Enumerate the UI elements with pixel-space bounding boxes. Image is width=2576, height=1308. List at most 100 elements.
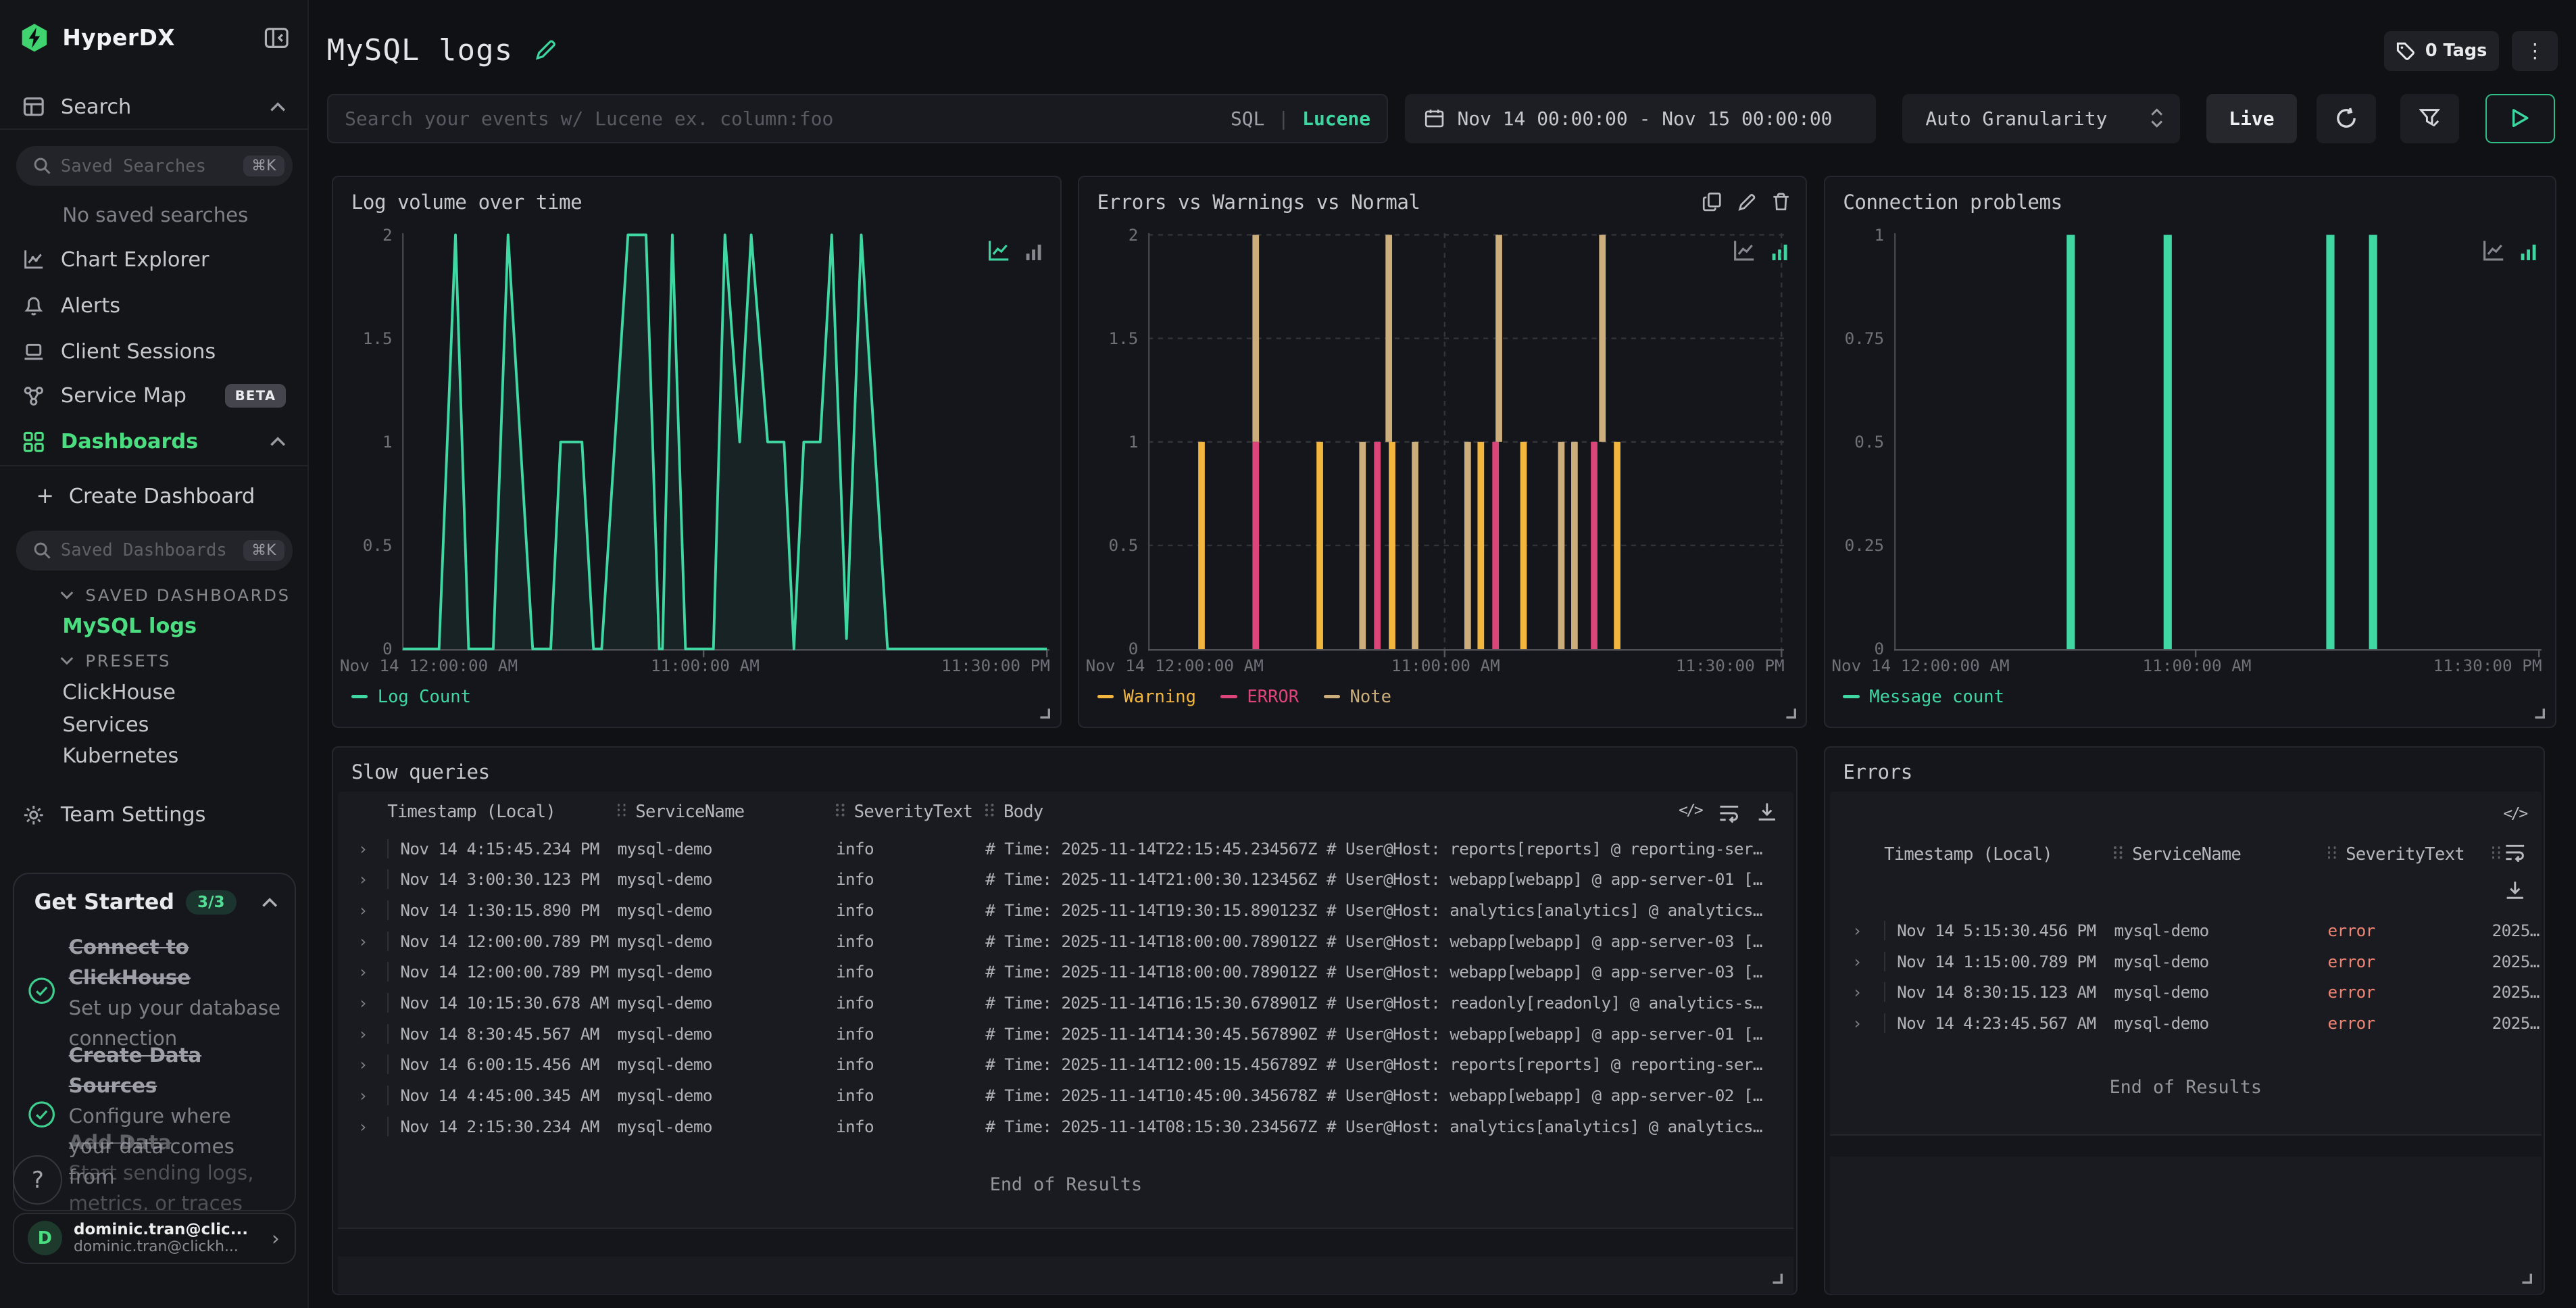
table-row[interactable]: ›Nov 14 4:45:00.345 AMmysql-demoinfo# Ti…: [338, 1080, 1793, 1111]
table-row[interactable]: ›Nov 14 8:30:15.123 AMmysql-demoerror202…: [1830, 977, 2542, 1008]
column-header-timestamp[interactable]: Timestamp (Local): [387, 802, 617, 822]
table-row[interactable]: ›Nov 14 4:23:45.567 AMmysql-demoerror202…: [1830, 1008, 2542, 1039]
drag-handle-icon[interactable]: [2328, 845, 2338, 860]
mode-lucene-button[interactable]: Lucene: [1302, 107, 1370, 130]
sidebar-item-chart-explorer[interactable]: Chart Explorer: [0, 243, 309, 276]
table-row[interactable]: ›Nov 14 2:15:30.234 AMmysql-demoinfo# Ti…: [338, 1111, 1793, 1142]
drag-handle-icon[interactable]: [2114, 845, 2124, 860]
table-row[interactable]: ›Nov 14 6:00:15.456 AMmysql-demoinfo# Ti…: [338, 1049, 1793, 1080]
legend-item[interactable]: Warning: [1097, 687, 1196, 707]
table-row[interactable]: ›Nov 14 12:00:00.789 PMmysql-demoinfo# T…: [338, 925, 1793, 956]
sidebar-item-kubernetes[interactable]: Kubernetes: [62, 744, 178, 768]
table-row[interactable]: ›Nov 14 4:15:45.234 PMmysql-demoinfo# Ti…: [338, 833, 1793, 864]
sidebar-item-client-sessions[interactable]: Client Sessions: [0, 335, 309, 368]
chevron-up-icon[interactable]: [262, 897, 278, 909]
saved-searches-search[interactable]: ⌘K: [16, 146, 292, 185]
edit-chart-icon[interactable]: [1737, 192, 1756, 212]
refresh-button[interactable]: [2317, 94, 2376, 143]
expand-row-icon[interactable]: ›: [1830, 982, 1884, 1002]
column-header-severitytext[interactable]: SeverityText: [836, 802, 985, 822]
expand-row-icon[interactable]: ›: [1830, 921, 1884, 940]
expand-row-icon[interactable]: ›: [338, 900, 387, 920]
sql-view-icon[interactable]: </>: [2503, 805, 2526, 823]
sidebar-item-team-settings[interactable]: Team Settings: [0, 799, 309, 832]
live-button[interactable]: Live: [2206, 94, 2297, 143]
saved-dashboards-input[interactable]: [61, 540, 234, 560]
table-row[interactable]: ›Nov 14 10:15:30.678 AMmysql-demoinfo# T…: [338, 988, 1793, 1019]
column-header-servicename[interactable]: ServiceName: [618, 802, 836, 822]
table-row[interactable]: ›Nov 14 1:15:00.789 PMmysql-demoerror202…: [1830, 946, 2542, 977]
duplicate-icon[interactable]: [1702, 192, 1722, 212]
legend-item[interactable]: ERROR: [1220, 687, 1299, 707]
sidebar-item-services[interactable]: Services: [62, 713, 149, 737]
sidebar-item-search[interactable]: Search: [0, 91, 309, 124]
drag-handle-icon[interactable]: [2492, 845, 2502, 860]
table-row[interactable]: ›Nov 14 8:30:45.567 AMmysql-demoinfo# Ti…: [338, 1018, 1793, 1049]
granularity-select[interactable]: Auto Granularity: [1902, 94, 2180, 143]
get-started-item[interactable]: Connect to ClickHouseSet up your databas…: [28, 930, 281, 1052]
resize-handle[interactable]: [1039, 707, 1050, 719]
table-row[interactable]: ›Nov 14 5:15:30.456 PMmysql-demoerror202…: [1830, 915, 2542, 946]
expand-row-icon[interactable]: ›: [338, 1055, 387, 1074]
sidebar-item-mysql-logs[interactable]: MySQL logs: [62, 614, 197, 638]
drag-handle-icon[interactable]: [985, 802, 995, 817]
chevron-up-icon[interactable]: [270, 101, 286, 113]
expand-row-icon[interactable]: ›: [338, 931, 387, 951]
user-menu[interactable]: D dominic.tran@clic... dominic.tran@clic…: [13, 1213, 295, 1263]
wrap-lines-icon[interactable]: [2504, 841, 2526, 863]
resize-handle[interactable]: [2533, 707, 2545, 719]
expand-row-icon[interactable]: ›: [1830, 952, 1884, 971]
column-header-servicename[interactable]: ServiceName: [2114, 844, 2327, 865]
date-range-picker[interactable]: Nov 14 00:00:00 - Nov 15 00:00:00: [1405, 94, 1877, 143]
get-started-header[interactable]: Get Started 3/3: [34, 890, 278, 915]
expand-row-icon[interactable]: ›: [338, 1024, 387, 1044]
legend-item[interactable]: Note: [1324, 687, 1391, 707]
sql-view-icon[interactable]: </>: [1679, 802, 1702, 823]
expand-row-icon[interactable]: ›: [338, 839, 387, 858]
run-query-button[interactable]: [2485, 94, 2554, 143]
filter-button[interactable]: [2400, 94, 2460, 143]
section-presets[interactable]: PRESETS: [59, 651, 172, 671]
legend-item[interactable]: Log Count: [351, 687, 471, 707]
sidebar-item-clickhouse[interactable]: ClickHouse: [62, 681, 176, 704]
delete-chart-icon[interactable]: [1771, 192, 1791, 212]
sidebar-item-alerts[interactable]: Alerts: [0, 289, 309, 322]
table-row[interactable]: ›Nov 14 12:00:00.789 PMmysql-demoinfo# T…: [338, 956, 1793, 988]
collapse-sidebar-icon[interactable]: [264, 26, 289, 49]
drag-handle-icon[interactable]: [836, 802, 846, 817]
create-dashboard-button[interactable]: + Create Dashboard: [0, 480, 309, 513]
event-search-input[interactable]: [345, 107, 1217, 130]
legend-item[interactable]: Message count: [1843, 687, 2004, 707]
column-header-timestamp[interactable]: Timestamp (Local): [1884, 844, 2114, 865]
saved-searches-input[interactable]: [61, 156, 234, 176]
get-started-item[interactable]: Add DataStart sending logs, metrics, or …: [28, 1125, 281, 1211]
wrap-lines-icon[interactable]: [1718, 802, 1740, 823]
drag-handle-icon[interactable]: [618, 802, 628, 817]
sidebar-item-dashboards[interactable]: Dashboards: [0, 426, 309, 459]
section-saved-dashboards[interactable]: SAVED DASHBOARDS: [59, 585, 291, 605]
expand-row-icon[interactable]: ›: [338, 1117, 387, 1136]
expand-row-icon[interactable]: ›: [338, 869, 387, 889]
resize-handle[interactable]: [1771, 1272, 1783, 1284]
chevron-up-icon[interactable]: [270, 436, 286, 447]
edit-title-icon[interactable]: [534, 38, 557, 61]
column-header-severitytext[interactable]: SeverityText: [2328, 844, 2492, 865]
help-button[interactable]: ?: [13, 1155, 62, 1205]
tags-button[interactable]: 0 Tags: [2384, 31, 2499, 70]
expand-row-icon[interactable]: ›: [338, 1086, 387, 1105]
column-header-body[interactable]: Body: [985, 802, 1793, 822]
table-row[interactable]: ›Nov 14 1:30:15.890 PMmysql-demoinfo# Ti…: [338, 895, 1793, 926]
mode-sql-button[interactable]: SQL: [1231, 107, 1264, 130]
resize-handle[interactable]: [2521, 1272, 2532, 1284]
event-search-box[interactable]: SQL | Lucene: [327, 94, 1389, 143]
download-icon[interactable]: [2504, 880, 2526, 902]
download-icon[interactable]: [1756, 802, 1778, 823]
expand-row-icon[interactable]: ›: [338, 962, 387, 982]
table-row[interactable]: ›Nov 14 3:00:30.123 PMmysql-demoinfo# Ti…: [338, 864, 1793, 895]
sidebar-item-service-map[interactable]: Service Map BETA: [0, 380, 309, 413]
more-menu-button[interactable]: ⋮: [2512, 31, 2558, 70]
column-header-hidden[interactable]: [2492, 844, 2502, 865]
resize-handle[interactable]: [1785, 707, 1796, 719]
saved-dashboards-search[interactable]: ⌘K: [16, 531, 292, 570]
expand-row-icon[interactable]: ›: [1830, 1013, 1884, 1033]
